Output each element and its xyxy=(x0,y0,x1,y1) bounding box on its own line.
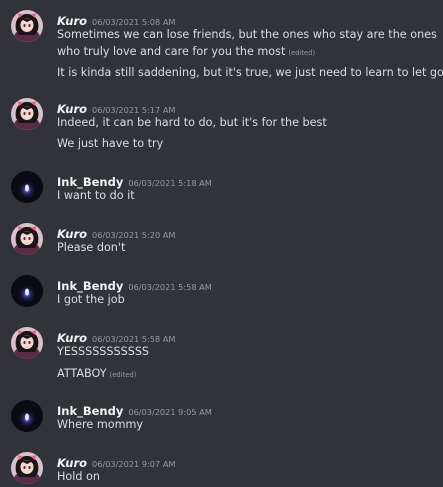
kuro-anime-girl-avatar[interactable] xyxy=(11,327,43,359)
message-text: It is kinda still saddening, but it's tr… xyxy=(57,66,443,79)
message-header: Kuro 06/03/2021 5:08 AM xyxy=(57,10,176,28)
message-header: Ink_Bendy 06/03/2021 5:58 AM xyxy=(57,275,212,293)
message-text: Where mommy xyxy=(57,418,143,431)
message-header: Kuro 06/03/2021 9:07 AM xyxy=(57,452,176,470)
message-text: Hold on xyxy=(57,470,100,483)
message-header: Kuro 06/03/2021 5:20 AM xyxy=(57,223,176,241)
ink-bendy-glow-avatar[interactable] xyxy=(11,400,43,432)
message-text: Please don't xyxy=(57,241,126,254)
ink-bendy-glow-avatar[interactable] xyxy=(11,275,43,307)
message-header: Kuro 06/03/2021 5:58 AM xyxy=(57,327,176,345)
message-text: Indeed, it can be hard to do, but it's f… xyxy=(57,116,327,129)
message-header: Ink_Bendy 06/03/2021 9:05 AM xyxy=(57,400,212,418)
message-text: I want to do it xyxy=(57,189,135,202)
message-header: Ink_Bendy 06/03/2021 5:18 AM xyxy=(57,171,212,189)
edited-label: (edited) xyxy=(109,371,137,379)
message-text: We just have to try xyxy=(57,137,164,150)
message-text: who truly love and care for you the most… xyxy=(57,45,316,58)
kuro-anime-girl-avatar[interactable] xyxy=(11,223,43,255)
message-text: YESSSSSSSSSSS xyxy=(57,345,150,358)
message-text: I got the job xyxy=(57,293,125,306)
kuro-anime-girl-avatar[interactable] xyxy=(11,452,43,484)
message-header: Kuro 06/03/2021 5:17 AM xyxy=(57,98,176,116)
chat-message-list: Kuro 06/03/2021 5:08 AM Sometimes we can … xyxy=(0,0,443,487)
message-text: Sometimes we can lose friends, but the o… xyxy=(57,28,437,41)
edited-label: (edited) xyxy=(288,49,316,57)
ink-bendy-glow-avatar[interactable] xyxy=(11,171,43,203)
message-text: ATTABOY (edited) xyxy=(57,367,137,380)
kuro-anime-girl-avatar[interactable] xyxy=(11,98,43,130)
kuro-anime-girl-avatar[interactable] xyxy=(11,10,43,42)
